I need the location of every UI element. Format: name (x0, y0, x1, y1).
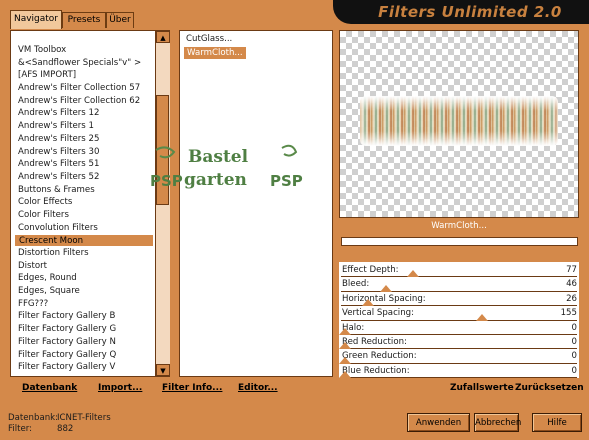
parameter-row[interactable]: Effect Depth: 77 (339, 263, 579, 278)
filter-info-button[interactable]: Filter Info... (162, 383, 222, 393)
app-title: Filters Unlimited 2.0 (378, 3, 562, 21)
parameter-label: Bleed: (342, 279, 370, 290)
database-button[interactable]: Datenbank (22, 383, 77, 393)
random-values-button[interactable]: Zufallswerte (450, 383, 514, 393)
import-button[interactable]: Import... (98, 383, 142, 393)
watermark-mark-right: PSP (270, 172, 303, 190)
parameter-label: Vertical Spacing: (342, 308, 414, 319)
category-item[interactable]: Andrew's Filters 30 (14, 146, 154, 159)
category-item[interactable]: Filter Factory Gallery G (14, 323, 154, 336)
cancel-button[interactable]: Abbrechen (474, 413, 521, 432)
reset-label: Zurücksetzen (515, 383, 584, 393)
apply-button[interactable]: Anwenden (407, 413, 470, 432)
category-item[interactable]: Edges, Round (14, 272, 154, 285)
editor-button[interactable]: Editor... (238, 383, 278, 393)
slider-track[interactable] (341, 377, 577, 379)
category-item[interactable]: Andrew's Filter Collection 62 (14, 95, 154, 108)
parameter-label: Effect Depth: (342, 265, 399, 275)
progress-bar (341, 237, 578, 246)
parameter-row[interactable]: Blue Reduction: 0 (339, 364, 579, 379)
watermark-line2: garten (184, 170, 247, 190)
category-list: VM Toolbox &<Sandflower Specials"v" > [AFS… (14, 44, 154, 374)
preview-filter-label: WarmCloth... (339, 218, 579, 234)
category-item[interactable]: Convolution Filters (14, 222, 154, 235)
parameter-value: 0 (571, 322, 577, 333)
import-label: Import... (98, 383, 143, 393)
status-db-value: ICNET-Filters (57, 413, 111, 423)
parameter-value: 0 (571, 337, 577, 347)
category-item[interactable]: Color Effects (14, 196, 154, 209)
slider-thumb-icon[interactable] (362, 299, 375, 307)
slider-thumb-icon[interactable] (407, 270, 420, 278)
parameter-label: Red Reduction: (342, 337, 407, 347)
category-item[interactable]: Andrew's Filters 52 (14, 171, 154, 184)
filter-item-warmcloth[interactable]: WarmCloth... (183, 46, 247, 60)
category-item[interactable]: &<Sandflower Specials"v" > (14, 57, 154, 70)
status-filter-label: Filter: (8, 424, 33, 434)
parameter-row[interactable]: Horizontal Spacing: 26 (339, 292, 579, 307)
parameter-row[interactable]: Bleed: 46 (339, 277, 579, 292)
category-item[interactable]: Filter Factory Gallery Q (14, 349, 154, 362)
category-item[interactable]: Edges, Square (14, 285, 154, 298)
parameter-row[interactable]: Vertical Spacing: 155 (339, 306, 579, 321)
category-item[interactable]: Filter Factory Gallery V (14, 361, 154, 374)
category-item[interactable]: [AFS IMPORT] (14, 69, 154, 82)
parameter-label: Horizontal Spacing: (342, 293, 426, 304)
category-item[interactable]: Buttons & Frames (14, 184, 154, 197)
filter-info-label: Filter Info... (162, 383, 223, 393)
parameter-value: 26 (566, 293, 577, 304)
filter-item-cutglass[interactable]: CutGlass... (183, 33, 235, 45)
category-item[interactable]: Andrew's Filters 25 (14, 133, 154, 146)
status-db-label: Datenbank: (8, 413, 59, 423)
scroll-up-icon[interactable]: ▲ (156, 31, 170, 43)
database-label: Datenbank (22, 383, 78, 393)
category-item[interactable]: Filter Factory Gallery N (14, 336, 154, 349)
slider-thumb-icon[interactable] (339, 371, 351, 379)
parameter-value: 155 (560, 308, 577, 319)
category-item[interactable]: Andrew's Filters 1 (14, 120, 154, 133)
filter-list-panel (179, 30, 333, 377)
category-item[interactable]: Andrew's Filter Collection 57 (14, 82, 154, 95)
parameter-value: 46 (566, 279, 577, 290)
slider-thumb-icon[interactable] (339, 356, 351, 364)
reset-button[interactable]: Zurücksetzen (515, 383, 584, 393)
parameter-row[interactable]: Halo: 0 (339, 321, 579, 335)
category-item[interactable]: Filter Factory Gallery B (14, 310, 154, 323)
slider-thumb-icon[interactable] (379, 284, 392, 292)
parameter-row[interactable]: Green Reduction: 0 (339, 349, 579, 364)
category-item[interactable]: Color Filters (14, 209, 154, 222)
parameter-label: Green Reduction: (342, 351, 417, 362)
category-item[interactable]: Andrew's Filters 12 (14, 107, 154, 120)
parameter-value: 0 (571, 365, 577, 376)
parameter-row[interactable]: Red Reduction: 0 (339, 335, 579, 350)
parameter-value: 0 (571, 351, 577, 362)
status-filter-value: 882 (57, 424, 74, 434)
help-button[interactable]: Hilfe (532, 413, 582, 432)
category-item[interactable]: Andrew's Filters 51 (14, 158, 154, 171)
tab-navigator[interactable]: Navigator (10, 10, 62, 29)
category-item[interactable]: VM Toolbox (14, 44, 154, 57)
watermark-line1: Bastel (188, 147, 249, 167)
category-item[interactable]: Distortion Filters (14, 247, 154, 260)
category-item[interactable]: Crescent Moon (14, 234, 154, 247)
parameter-value: 77 (566, 265, 577, 275)
watermark-mark-left: PSP (150, 172, 183, 190)
slider-thumb-icon[interactable] (339, 327, 351, 335)
watermark-graphic: Bastel garten PSP PSP (150, 144, 303, 190)
scroll-down-icon[interactable]: ▼ (156, 364, 170, 376)
category-item[interactable]: Distort (14, 260, 154, 273)
category-item[interactable]: FFG??? (14, 298, 154, 311)
tab-presets[interactable]: Presets (62, 12, 106, 28)
slider-thumb-icon[interactable] (339, 342, 351, 350)
slider-thumb-icon[interactable] (476, 313, 489, 321)
editor-label: Editor... (238, 383, 278, 393)
parameter-label: Blue Reduction: (342, 365, 410, 376)
preview-image (360, 96, 558, 146)
watermark-logo: Bastel garten PSP PSP (150, 142, 320, 192)
random-values-label: Zufallswerte (450, 383, 514, 393)
tab-uber[interactable]: Über (106, 12, 134, 28)
